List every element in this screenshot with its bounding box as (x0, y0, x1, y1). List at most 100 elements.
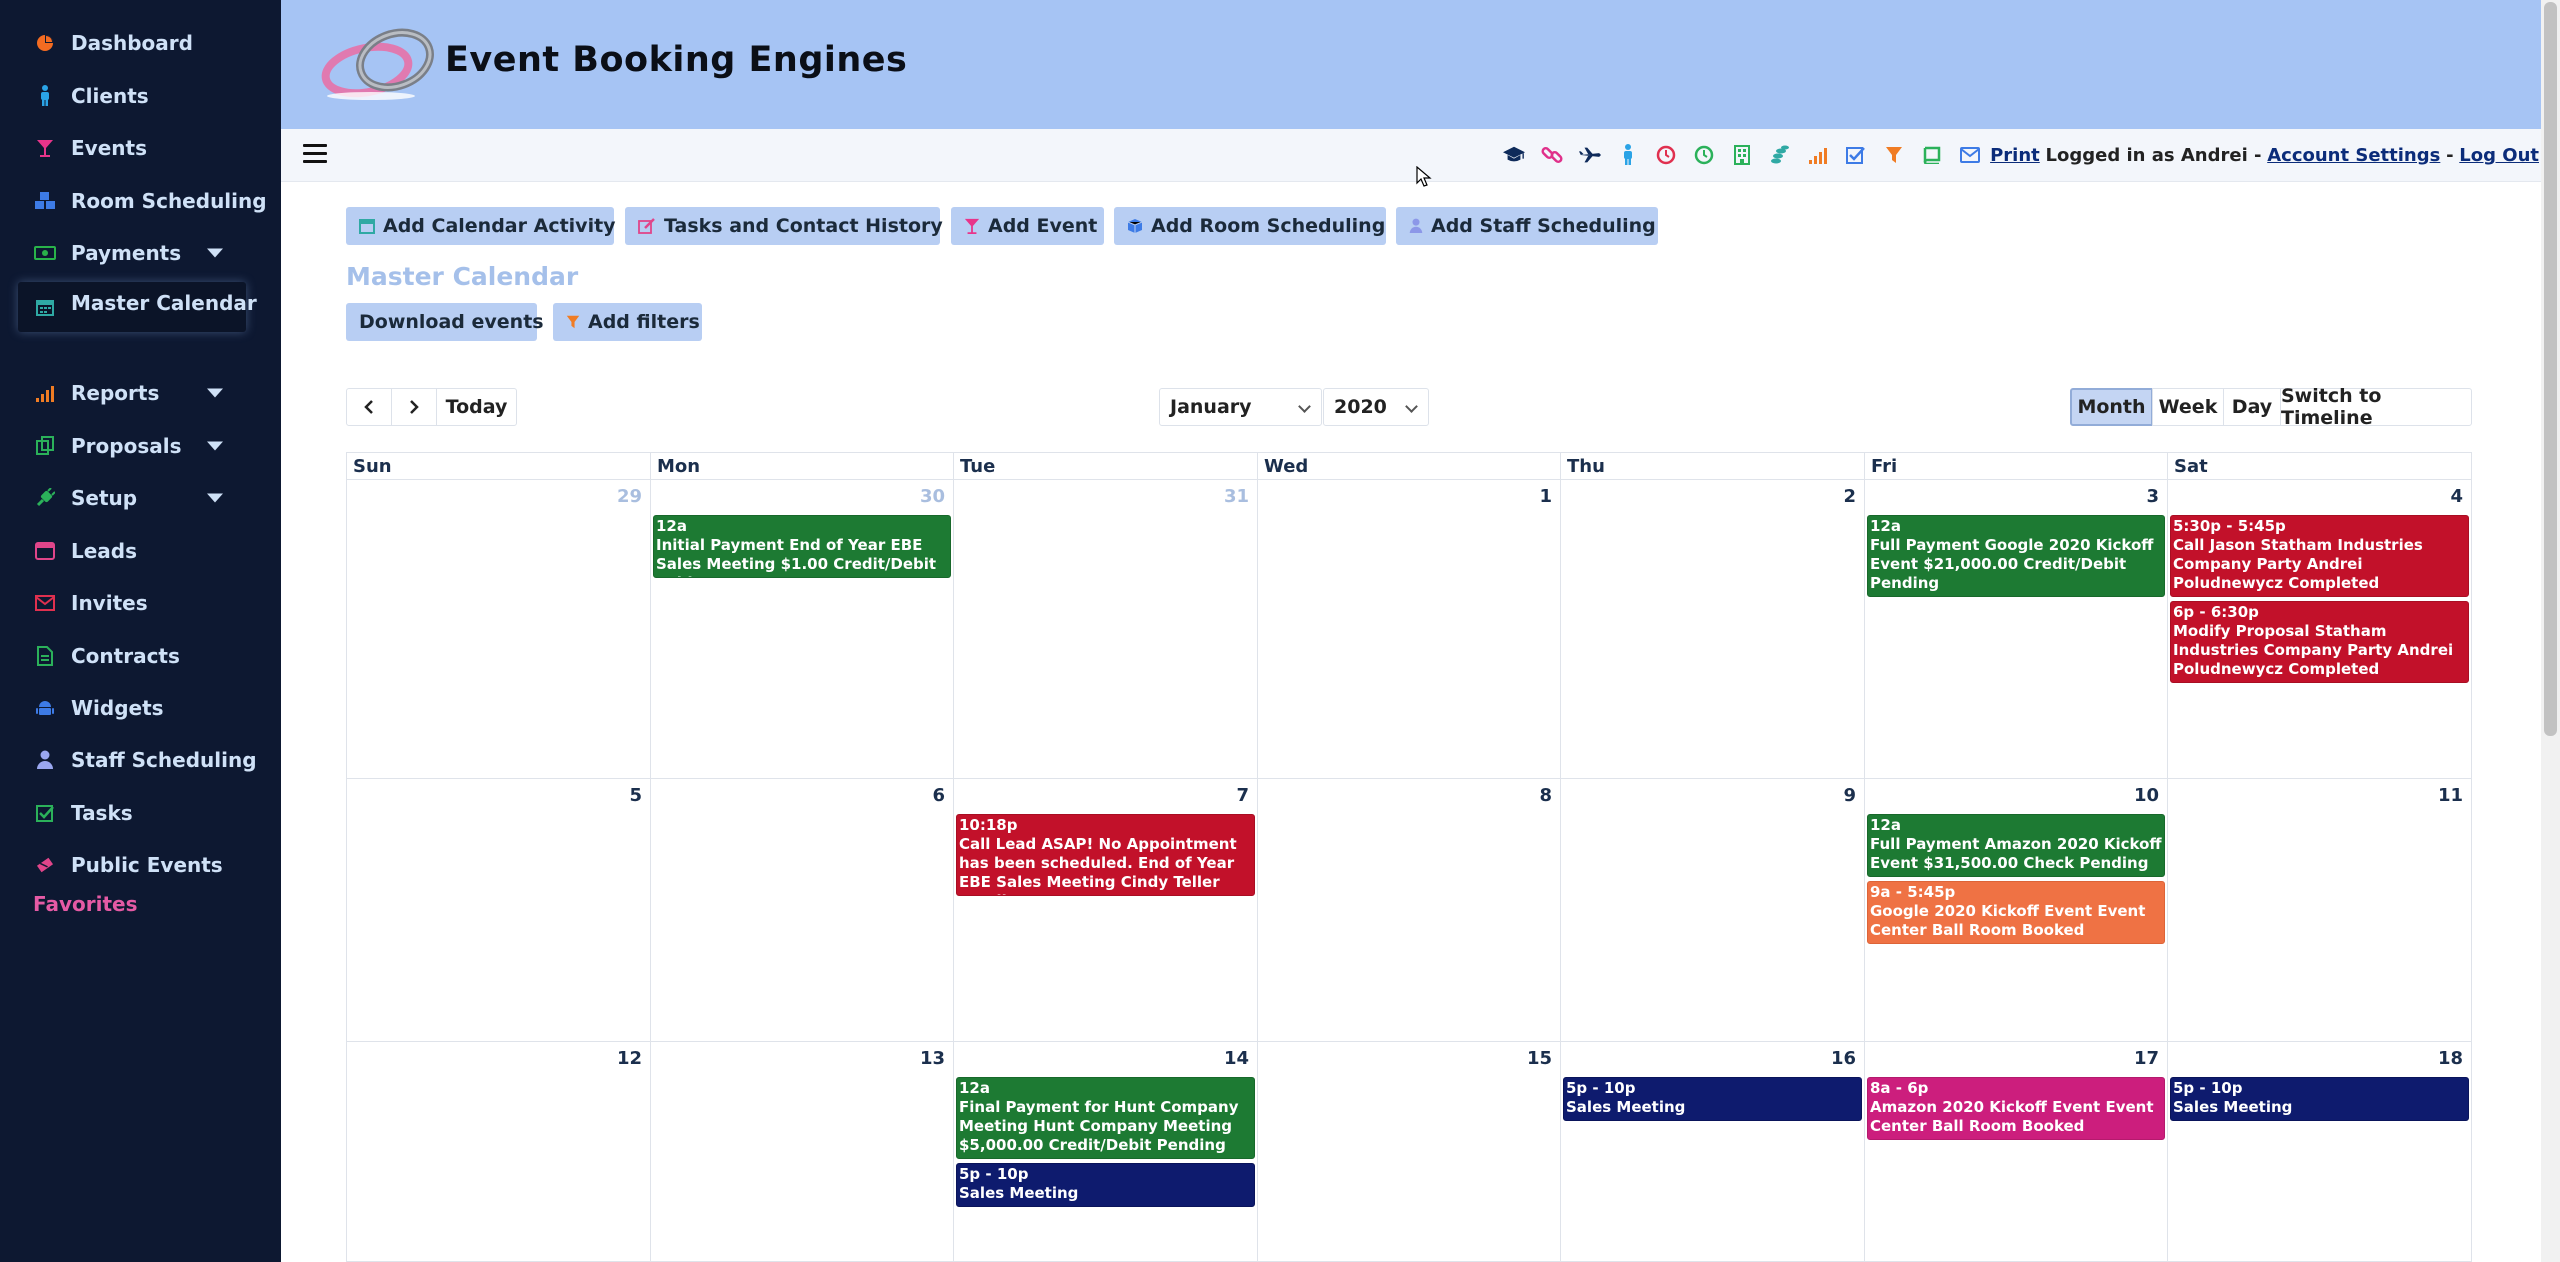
link-icon[interactable] (1541, 144, 1563, 166)
sidebar-item-reports[interactable]: Reports (0, 373, 281, 413)
view-day-button[interactable]: Day (2223, 388, 2281, 426)
day-cell[interactable]: 15 (1257, 1042, 1560, 1262)
day-cell[interactable]: 10 12a Full Payment Amazon 2020 Kickoff Ev… (1864, 779, 2167, 1042)
day-number[interactable]: 5 (629, 785, 642, 806)
add-room-scheduling-button[interactable]: Add Room Scheduling (1114, 207, 1386, 245)
day-number[interactable]: 15 (1527, 1048, 1552, 1069)
next-month-button[interactable] (391, 388, 437, 426)
day-number[interactable]: 17 (2134, 1048, 2159, 1069)
sidebar-item-events[interactable]: Events (0, 128, 281, 168)
signal-bars-icon[interactable] (1807, 144, 1829, 166)
calendar-event[interactable]: 9a - 5:45p Google 2020 Kickoff Event Even… (1867, 881, 2165, 944)
sidebar-item-room-scheduling[interactable]: Room Scheduling (0, 181, 281, 221)
add-calendar-activity-button[interactable]: Add Calendar Activity (346, 207, 616, 245)
calendar-event[interactable]: 12a Initial Payment End of Year EBE Sales… (653, 515, 951, 578)
day-cell[interactable]: 2 (1560, 480, 1864, 779)
day-cell[interactable]: 16 5p - 10p Sales Meeting (1560, 1042, 1864, 1262)
person-icon[interactable] (1617, 144, 1639, 166)
day-cell[interactable]: 7 10:18p Call Lead ASAP! No Appointment ha… (953, 779, 1257, 1042)
calendar-event[interactable]: 12a Full Payment Google 2020 Kickoff Even… (1867, 515, 2165, 597)
day-number[interactable]: 10 (2134, 785, 2159, 806)
day-number[interactable]: 6 (932, 785, 945, 806)
day-number[interactable]: 14 (1224, 1048, 1249, 1069)
day-cell[interactable]: 4 5:30p - 5:45p Call Jason Statham Industr… (2167, 480, 2472, 779)
day-cell[interactable]: 30 12a Initial Payment End of Year EBE Sal… (650, 480, 953, 779)
sidebar-item-payments[interactable]: Payments (0, 233, 281, 273)
calendar-event[interactable]: 5p - 10p Sales Meeting (956, 1163, 1255, 1207)
view-month-button[interactable]: Month (2070, 388, 2153, 426)
sidebar-item-leads[interactable]: Leads (0, 531, 281, 571)
calendar-event[interactable]: 12a Full Payment Amazon 2020 Kickoff Even… (1867, 814, 2165, 877)
day-number[interactable]: 4 (2450, 486, 2463, 507)
plane-icon[interactable] (1579, 144, 1601, 166)
sidebar-item-invites[interactable]: Invites (0, 583, 281, 623)
calendar-event[interactable]: 8a - 6p Amazon 2020 Kickoff Event Event C… (1867, 1077, 2165, 1140)
page-scrollbar[interactable] (2541, 0, 2560, 1262)
calendar-event[interactable]: 5p - 10p Sales Meeting (2170, 1077, 2469, 1121)
day-cell[interactable]: 13 (650, 1042, 953, 1262)
menu-toggle-icon[interactable] (303, 144, 327, 166)
download-events-button[interactable]: Download events (346, 303, 544, 341)
day-number[interactable]: 29 (617, 486, 642, 507)
favorites-heading[interactable]: Favorites (33, 892, 138, 916)
day-cell[interactable]: 14 12a Final Payment for Hunt Company Meet… (953, 1042, 1257, 1262)
calendar-event[interactable]: 5p - 10p Sales Meeting (1563, 1077, 1862, 1121)
logout-link[interactable]: Log Out (2459, 145, 2539, 166)
day-number[interactable]: 13 (920, 1048, 945, 1069)
add-filters-button[interactable]: Add filters (553, 303, 702, 341)
calendar-event[interactable]: 6p - 6:30p Modify Proposal Statham Indust… (2170, 601, 2469, 683)
day-number[interactable]: 31 (1224, 486, 1249, 507)
day-number[interactable]: 9 (1843, 785, 1856, 806)
envelope-icon[interactable] (1959, 144, 1981, 166)
sidebar-item-staff-scheduling[interactable]: Staff Scheduling (0, 740, 281, 780)
day-number[interactable]: 11 (2438, 785, 2463, 806)
sidebar-item-widgets[interactable]: Widgets (0, 688, 281, 728)
sidebar-item-proposals[interactable]: Proposals (0, 426, 281, 466)
switch-to-timeline-button[interactable]: Switch to Timeline (2280, 385, 2472, 429)
day-number[interactable]: 1 (1539, 486, 1552, 507)
day-cell[interactable]: 8 (1257, 779, 1560, 1042)
day-cell[interactable]: 18 5p - 10p Sales Meeting (2167, 1042, 2472, 1262)
day-cell[interactable]: 31 (953, 480, 1257, 779)
day-cell[interactable]: 17 8a - 6p Amazon 2020 Kickoff Event Event… (1864, 1042, 2167, 1262)
day-number[interactable]: 8 (1539, 785, 1552, 806)
day-cell[interactable]: 5 (346, 779, 650, 1042)
book-icon[interactable] (1921, 144, 1943, 166)
day-cell[interactable]: 11 (2167, 779, 2472, 1042)
today-button[interactable]: Today (436, 388, 517, 426)
day-number[interactable]: 18 (2438, 1048, 2463, 1069)
month-select[interactable]: January (1159, 388, 1322, 426)
sidebar-item-public-events[interactable]: Public Events (0, 845, 281, 885)
day-cell[interactable]: 29 (346, 480, 650, 779)
account-settings-link[interactable]: Account Settings (2267, 145, 2440, 166)
add-staff-scheduling-button[interactable]: Add Staff Scheduling (1396, 207, 1658, 245)
calendar-event[interactable]: 12a Final Payment for Hunt Company Meetin… (956, 1077, 1255, 1159)
day-cell[interactable]: 12 (346, 1042, 650, 1262)
add-event-button[interactable]: Add Event (951, 207, 1104, 245)
sidebar-item-setup[interactable]: Setup (0, 478, 281, 518)
tasks-contact-history-button[interactable]: Tasks and Contact History (625, 207, 943, 245)
graduation-cap-icon[interactable] (1503, 144, 1525, 166)
day-number[interactable]: 3 (2146, 486, 2159, 507)
day-cell[interactable]: 3 12a Full Payment Google 2020 Kickoff Eve… (1864, 480, 2167, 779)
day-cell[interactable]: 6 (650, 779, 953, 1042)
day-number[interactable]: 2 (1843, 486, 1856, 507)
prev-month-button[interactable] (346, 388, 392, 426)
sidebar-item-dashboard[interactable]: Dashboard (0, 23, 281, 63)
year-select[interactable]: 2020 (1323, 388, 1429, 426)
print-link[interactable]: Print (1990, 145, 2040, 166)
sidebar-item-contracts[interactable]: Contracts (0, 636, 281, 676)
filter-icon[interactable] (1883, 144, 1905, 166)
coins-icon[interactable] (1769, 144, 1791, 166)
clock-icon[interactable] (1655, 144, 1677, 166)
day-number[interactable]: 30 (920, 486, 945, 507)
sidebar-item-clients[interactable]: Clients (0, 76, 281, 116)
day-number[interactable]: 12 (617, 1048, 642, 1069)
brand-logo[interactable] (319, 22, 445, 102)
view-week-button[interactable]: Week (2152, 388, 2224, 426)
calendar-event[interactable]: 5:30p - 5:45p Call Jason Statham Industri… (2170, 515, 2469, 597)
sidebar-item-master-calendar[interactable]: Master Calendar (18, 282, 257, 332)
day-cell[interactable]: 9 (1560, 779, 1864, 1042)
scrollbar-thumb[interactable] (2544, 2, 2557, 736)
day-number[interactable]: 7 (1236, 785, 1249, 806)
